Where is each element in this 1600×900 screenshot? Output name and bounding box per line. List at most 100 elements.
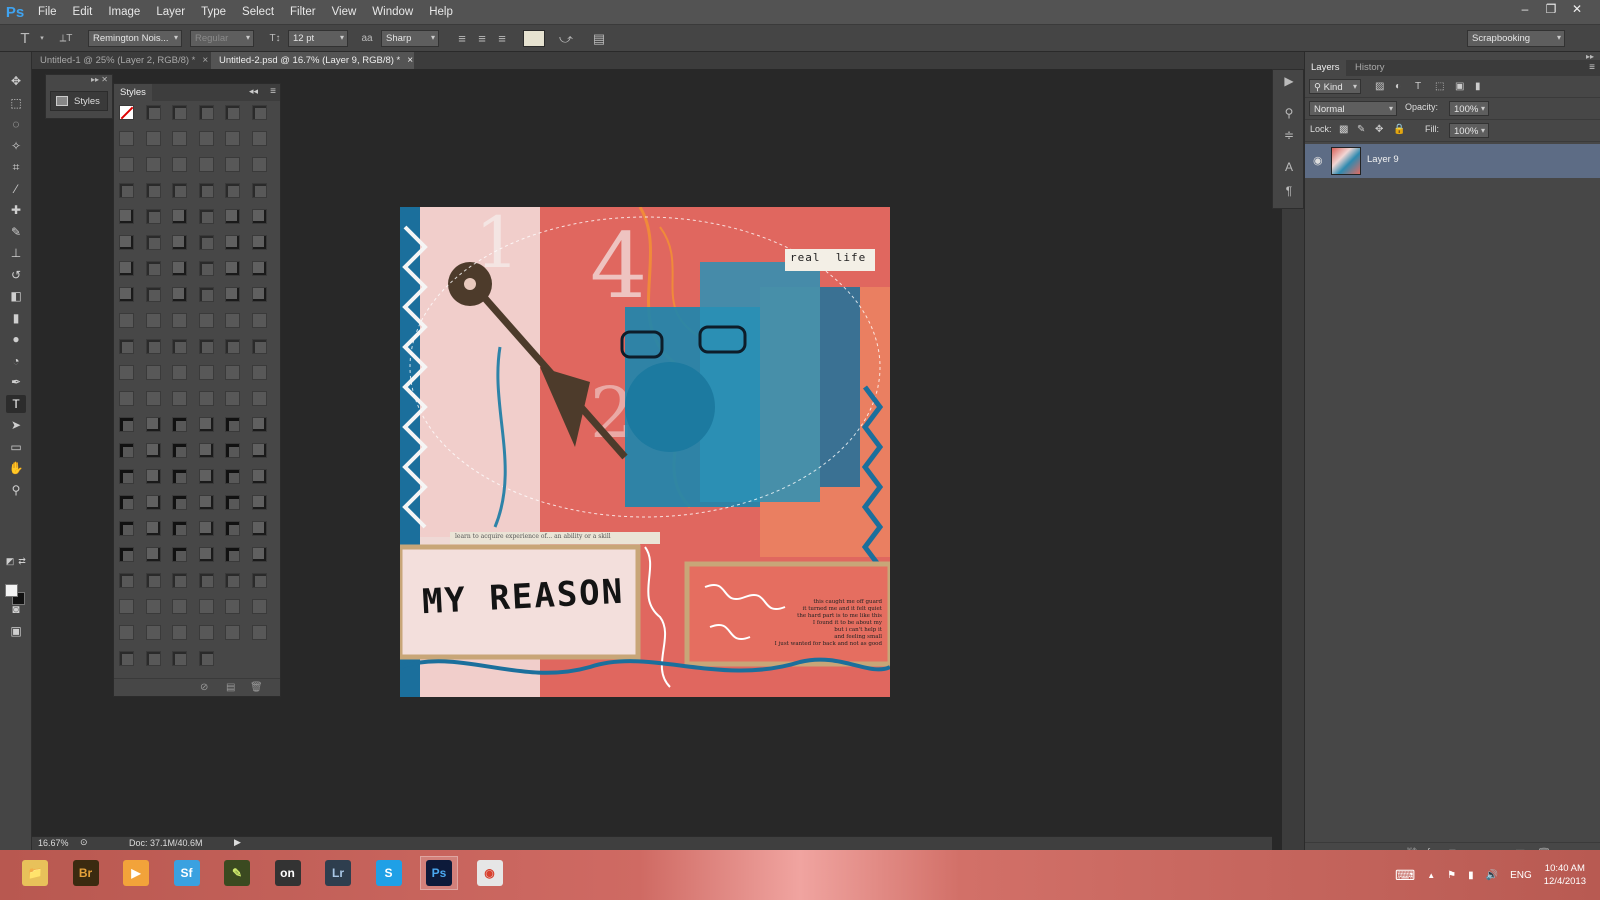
style-swatch[interactable]: [119, 131, 134, 146]
style-swatch[interactable]: [225, 261, 240, 276]
style-swatch[interactable]: [225, 287, 240, 302]
style-swatch[interactable]: [145, 157, 161, 172]
style-swatch[interactable]: [198, 547, 214, 562]
magic-wand-tool-icon[interactable]: ✧: [6, 137, 26, 155]
restore-button[interactable]: ❐: [1538, 0, 1564, 20]
taskbar-photoshop[interactable]: Ps: [420, 856, 458, 890]
clear-style-icon[interactable]: ⊘: [200, 682, 208, 693]
style-swatch[interactable]: [251, 339, 267, 354]
swap-colors-icon[interactable]: ⇄: [16, 552, 28, 570]
style-swatch[interactable]: [225, 209, 240, 224]
style-swatch[interactable]: [119, 105, 134, 120]
style-swatch[interactable]: [119, 209, 134, 224]
action-center-flag-icon[interactable]: ⚑: [1447, 870, 1456, 881]
style-swatch[interactable]: [145, 287, 161, 302]
align-center-icon[interactable]: ≡: [474, 30, 490, 47]
style-swatch[interactable]: [172, 261, 187, 276]
font-style-dropdown[interactable]: Regular ▾: [190, 30, 254, 47]
style-swatch[interactable]: [225, 235, 240, 250]
style-swatch[interactable]: [225, 131, 240, 146]
style-swatch[interactable]: [145, 443, 161, 458]
style-swatch[interactable]: [198, 287, 214, 302]
taskbar-pen-app[interactable]: ✎: [218, 856, 256, 890]
style-swatch[interactable]: [119, 443, 134, 458]
stamp-tool-icon[interactable]: ⊥: [6, 244, 26, 262]
style-swatch[interactable]: [119, 235, 134, 250]
style-swatch[interactable]: [172, 521, 187, 536]
style-swatch[interactable]: [225, 521, 240, 536]
style-swatch[interactable]: [198, 417, 214, 432]
menu-filter[interactable]: Filter: [282, 6, 324, 18]
opacity-input[interactable]: 100% ▾: [1449, 101, 1489, 116]
style-swatch[interactable]: [198, 157, 214, 172]
style-swatch[interactable]: [251, 391, 267, 406]
style-swatch[interactable]: [198, 469, 214, 484]
style-swatch[interactable]: [225, 573, 240, 588]
style-swatch[interactable]: [145, 625, 161, 640]
style-swatch[interactable]: [251, 599, 267, 614]
actions-play-icon[interactable]: ▶: [1282, 74, 1296, 90]
minimize-button[interactable]: –: [1512, 0, 1538, 20]
layer-thumbnail[interactable]: [1331, 147, 1361, 175]
style-swatch[interactable]: [145, 313, 161, 328]
style-swatch[interactable]: [198, 131, 214, 146]
filter-shape-icon[interactable]: ⬚: [1435, 81, 1444, 92]
style-swatch[interactable]: [198, 365, 214, 380]
crop-tool-icon[interactable]: ⌗: [6, 158, 26, 176]
style-swatch[interactable]: [225, 391, 240, 406]
type-tool-icon[interactable]: T: [6, 394, 26, 413]
style-swatch[interactable]: [225, 417, 240, 432]
style-swatch[interactable]: [225, 365, 240, 380]
lock-all-icon[interactable]: 🔒: [1393, 124, 1405, 135]
style-swatch[interactable]: [225, 313, 240, 328]
style-swatch[interactable]: [225, 469, 240, 484]
style-swatch[interactable]: [145, 339, 161, 354]
style-swatch[interactable]: [119, 365, 134, 380]
style-swatch[interactable]: [145, 131, 161, 146]
style-swatch[interactable]: [225, 495, 240, 510]
document-canvas[interactable]: 1 4 2 real life learn to acquire experie…: [400, 207, 890, 697]
style-swatch[interactable]: [172, 183, 187, 198]
font-family-dropdown[interactable]: Remington Nois... ▾: [88, 30, 182, 47]
style-swatch[interactable]: [145, 261, 161, 276]
pen-tool-icon[interactable]: ✒: [6, 373, 26, 391]
style-swatch[interactable]: [172, 313, 187, 328]
style-swatch[interactable]: [172, 157, 187, 172]
style-swatch[interactable]: [198, 443, 214, 458]
font-size-dropdown[interactable]: 12 pt ▾: [288, 30, 348, 47]
antialias-dropdown[interactable]: Sharp ▾: [381, 30, 439, 47]
menu-view[interactable]: View: [324, 6, 365, 18]
delete-style-icon[interactable]: 🗑: [250, 682, 263, 693]
style-swatch[interactable]: [251, 469, 267, 484]
style-swatch[interactable]: [251, 495, 267, 510]
dodge-tool-icon[interactable]: ◔: [6, 352, 26, 370]
eyedropper-tool-icon[interactable]: ⁄: [6, 180, 26, 198]
style-swatch[interactable]: [119, 339, 134, 354]
menu-select[interactable]: Select: [234, 6, 282, 18]
style-swatch[interactable]: [172, 625, 187, 640]
adjustments-icon[interactable]: ≑: [1282, 128, 1296, 144]
lock-image-icon[interactable]: ✎: [1357, 124, 1365, 135]
style-swatch[interactable]: [198, 573, 214, 588]
style-swatch[interactable]: [119, 287, 134, 302]
align-left-icon[interactable]: ≡: [454, 30, 470, 47]
style-swatch[interactable]: [198, 339, 214, 354]
style-swatch[interactable]: [198, 391, 214, 406]
style-swatch[interactable]: [172, 209, 187, 224]
network-signal-icon[interactable]: ▮: [1468, 870, 1474, 881]
menu-type[interactable]: Type: [193, 6, 234, 18]
filter-type-icon[interactable]: T: [1415, 81, 1421, 92]
style-swatch[interactable]: [145, 495, 161, 510]
taskbar-skype[interactable]: S: [370, 856, 408, 890]
style-swatch[interactable]: [225, 339, 240, 354]
style-swatch[interactable]: [225, 599, 240, 614]
style-swatch[interactable]: [198, 625, 214, 640]
panel-menu-icon[interactable]: ≡: [1589, 62, 1595, 73]
style-swatch[interactable]: [172, 443, 187, 458]
filter-pixel-icon[interactable]: ▨: [1375, 81, 1384, 92]
style-swatch[interactable]: [119, 573, 134, 588]
quick-mask-icon[interactable]: ◙: [6, 600, 26, 618]
filter-adjustment-icon[interactable]: ◐: [1395, 81, 1401, 92]
status-menu-arrow-icon[interactable]: ▶: [234, 837, 241, 848]
style-swatch[interactable]: [119, 495, 134, 510]
